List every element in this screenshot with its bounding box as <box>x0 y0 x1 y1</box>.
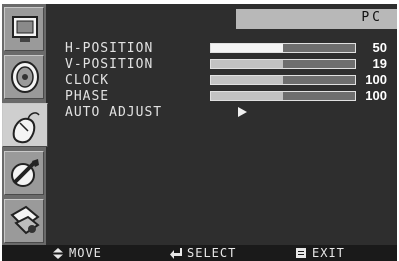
menu-item-auto-adjust[interactable]: AUTO ADJUST <box>65 105 162 120</box>
menu-box-icon <box>296 248 306 258</box>
clock-slider-fill <box>211 76 283 84</box>
v-position-slider-fill <box>211 60 283 68</box>
menu-item-phase[interactable]: PHASE <box>65 89 109 104</box>
exit-hint: EXIT <box>312 246 345 260</box>
sidebar-item-pc[interactable] <box>2 103 48 147</box>
page-title: PC <box>361 10 383 25</box>
select-hint: SELECT <box>187 246 237 260</box>
footer-bar: MOVE SELECT EXIT <box>2 245 397 261</box>
sidebar-item-tools[interactable] <box>4 151 44 195</box>
phase-slider[interactable] <box>210 91 356 101</box>
menu-item-v-position[interactable]: V-POSITION <box>65 57 153 72</box>
up-down-arrows-icon <box>53 248 63 259</box>
move-hint: MOVE <box>69 246 102 260</box>
sidebar <box>2 4 48 245</box>
menu-item-h-position[interactable]: H-POSITION <box>65 41 153 56</box>
menu-item-clock[interactable]: CLOCK <box>65 73 109 88</box>
monitor-icon <box>12 16 38 42</box>
phase-slider-fill <box>211 92 283 100</box>
clock-slider[interactable] <box>210 75 356 85</box>
osd-panel: PC H-POSITION 50 V-POSITION 19 CLOCK 100… <box>2 4 397 245</box>
sidebar-item-sound[interactable] <box>4 55 44 99</box>
v-position-slider[interactable] <box>210 59 356 69</box>
sidebar-item-setup[interactable] <box>4 199 44 243</box>
sidebar-item-picture[interactable] <box>4 7 44 51</box>
play-arrow-icon[interactable] <box>238 107 247 117</box>
phase-value: 100 <box>365 88 387 103</box>
v-position-value: 19 <box>372 56 387 71</box>
h-position-slider[interactable] <box>210 43 356 53</box>
settings-icon <box>10 205 40 235</box>
speaker-icon <box>11 61 39 93</box>
enter-icon <box>170 248 182 259</box>
h-position-value: 50 <box>372 40 387 55</box>
clock-value: 100 <box>365 72 387 87</box>
mouse-icon <box>12 112 40 144</box>
header-bar: PC <box>236 9 397 29</box>
h-position-slider-fill <box>211 44 283 52</box>
tools-icon <box>11 159 39 187</box>
